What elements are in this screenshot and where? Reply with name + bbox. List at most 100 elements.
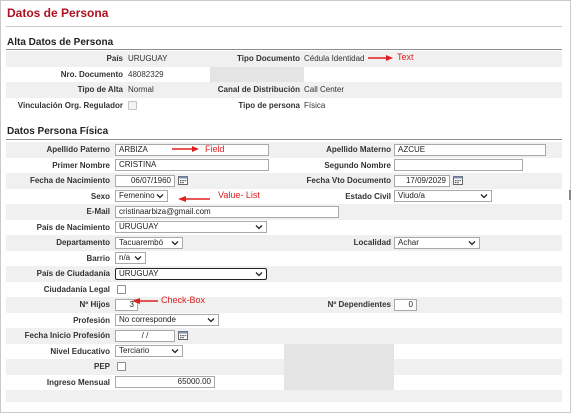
estado-civil-label: Estado Civil (345, 191, 391, 201)
row-vinculacion: Vinculación Org. Regulador Tipo de perso… (6, 97, 562, 113)
localidad-select[interactable]: Achar (394, 236, 480, 249)
annotation-arrow-icon (132, 298, 158, 304)
chevron-down-icon (255, 271, 263, 276)
sexo-select[interactable]: Femenino (115, 190, 168, 202)
email-field[interactable]: cristinaarbiza@gmail.com (115, 205, 339, 218)
dependientes-field[interactable]: 0 (394, 298, 417, 311)
page-title: Datos de Persona (7, 6, 109, 20)
calendar-icon[interactable] (453, 175, 463, 185)
empty-cell (210, 66, 304, 82)
row-profesion: Profesión No corresponde (6, 312, 562, 328)
calendar-icon[interactable] (178, 330, 188, 340)
row-nro-documento: Nro. Documento 48082329 (6, 66, 562, 82)
pep-label: PEP (93, 362, 110, 371)
fecha-nacimiento-label: Fecha de Nacimiento (29, 176, 110, 185)
pais-ciudadania-select[interactable]: URUGUAY (115, 267, 267, 280)
chevron-down-icon (156, 194, 164, 199)
row-ingreso: Ingreso Mensual 65000.00 (6, 374, 562, 390)
departamento-select[interactable]: Tacuarembó (115, 236, 183, 249)
nro-documento-value: 48082329 (128, 69, 164, 79)
vinculacion-checkbox[interactable] (128, 100, 137, 110)
nivel-educativo-select[interactable]: Terciario (115, 345, 183, 357)
row-nivel-educativo: Nivel Educativo Terciario (6, 343, 562, 359)
row-barrio: Barrio n/a (6, 250, 562, 266)
fecha-nacimiento-field[interactable]: 06/07/1960 (115, 174, 175, 187)
fecha-inicio-profesion-label: Fecha Inicio Profesión (24, 331, 110, 340)
nro-documento-label: Nro. Documento (60, 69, 123, 79)
localidad-label: Localidad (353, 238, 391, 247)
section-divider-fisica (6, 139, 562, 140)
row-tipo-alta: Tipo de Alta Normal Canal de Distribució… (6, 82, 562, 98)
empty-cell (284, 343, 394, 359)
departamento-selected: Tacuarembó (119, 237, 164, 247)
row-departamento: Departamento Tacuarembó Localidad Achar (6, 235, 562, 251)
chevron-down-icon (468, 240, 476, 245)
segundo-nombre-label: Segundo Nombre (324, 160, 391, 170)
nivel-educativo-selected: Terciario (119, 346, 150, 355)
barrio-select[interactable]: n/a (115, 252, 146, 264)
fecha-inicio-profesion-field[interactable]: / / (115, 329, 175, 342)
annotation-text: Text (397, 52, 414, 62)
annotation-arrow-icon (368, 55, 393, 61)
hijos-label: Nº Hijos (79, 300, 110, 309)
tipo-alta-label: Tipo de Alta (77, 85, 123, 94)
estado-civil-selected: Viudo/a (398, 191, 425, 200)
profesion-select[interactable]: No corresponde (115, 314, 219, 326)
apellido-materno-field[interactable]: AZCUE (394, 143, 546, 156)
sexo-label: Sexo (90, 191, 110, 201)
title-divider (6, 26, 562, 27)
row-pais-nacimiento: País de Nacimiento URUGUAY (6, 219, 562, 235)
pais-ciudadania-label: País de Ciudadanía (36, 269, 110, 278)
ciudadania-legal-checkbox[interactable] (117, 284, 126, 294)
row-pais: País URUGUAY Tipo Documento Cédula Ident… (6, 51, 562, 67)
pais-value: URUGUAY (128, 54, 168, 63)
tipo-documento-value: Cédula Identidad (304, 54, 365, 63)
apellido-materno-label: Apellido Materno (326, 145, 391, 154)
canal-distribucion-value: Call Center (304, 85, 345, 94)
pais-label: País (106, 54, 123, 63)
barrio-selected: n/a (119, 253, 131, 262)
annotation-value-list: Value- List (218, 190, 260, 200)
annotation-field: Field (205, 144, 225, 154)
apellido-paterno-label: Apellido Paterno (46, 145, 110, 154)
estado-civil-select[interactable]: Viudo/a (394, 190, 492, 202)
section-divider-alta (6, 49, 562, 50)
row-hijos: Nº Hijos 3 Nº Dependientes 0 (6, 297, 562, 313)
empty-cell (284, 374, 394, 390)
empty-cell (284, 359, 394, 375)
fecha-vto-documento-field[interactable]: 17/09/2029 (394, 174, 450, 187)
ciudadania-legal-label: Ciudadanía Legal (43, 284, 110, 294)
chevron-down-icon (207, 318, 215, 323)
section-title-fisica: Datos Persona Física (7, 126, 109, 137)
row-sexo: Sexo Femenino Estado Civil Viudo/a (6, 188, 562, 204)
segundo-nombre-field[interactable] (394, 159, 523, 171)
localidad-selected: Achar (398, 237, 419, 247)
departamento-label: Departamento (56, 238, 110, 247)
section-title-alta: Alta Datos de Persona (7, 37, 114, 48)
chevron-down-icon (255, 225, 263, 230)
row-apellidos: Apellido Paterno ARBIZA Apellido Materno… (6, 142, 562, 158)
fecha-vto-documento-label: Fecha Vto Documento (306, 176, 391, 185)
profesion-selected: No corresponde (119, 315, 176, 324)
pais-nacimiento-select[interactable]: URUGUAY (115, 221, 267, 233)
row-email: E-Mail cristinaarbiza@gmail.com (6, 204, 562, 220)
pais-nacimiento-selected: URUGUAY (119, 222, 159, 231)
row-ciudadania-legal: Ciudadanía Legal (6, 281, 562, 297)
annotation-arrow-icon (178, 196, 210, 202)
row-pep: PEP (6, 359, 562, 375)
pais-nacimiento-label: País de Nacimiento (36, 222, 110, 232)
primer-nombre-label: Primer Nombre (52, 160, 110, 170)
row-fecha-profesion: Fecha Inicio Profesión / / (6, 328, 562, 344)
pais-ciudadania-selected: URUGUAY (119, 268, 159, 278)
barrio-label: Barrio (86, 253, 110, 263)
row-partial (6, 390, 562, 402)
nivel-educativo-label: Nivel Educativo (50, 346, 110, 356)
ingreso-mensual-field[interactable]: 65000.00 (115, 376, 215, 388)
pep-checkbox[interactable] (117, 362, 126, 371)
dependientes-label: Nº Dependientes (327, 300, 391, 309)
chevron-down-icon (134, 256, 142, 261)
email-label: E-Mail (86, 207, 110, 216)
calendar-icon[interactable] (178, 175, 188, 185)
primer-nombre-field[interactable]: CRISTINA (115, 159, 269, 171)
row-pais-ciudadania: País de Ciudadanía URUGUAY (6, 266, 562, 282)
